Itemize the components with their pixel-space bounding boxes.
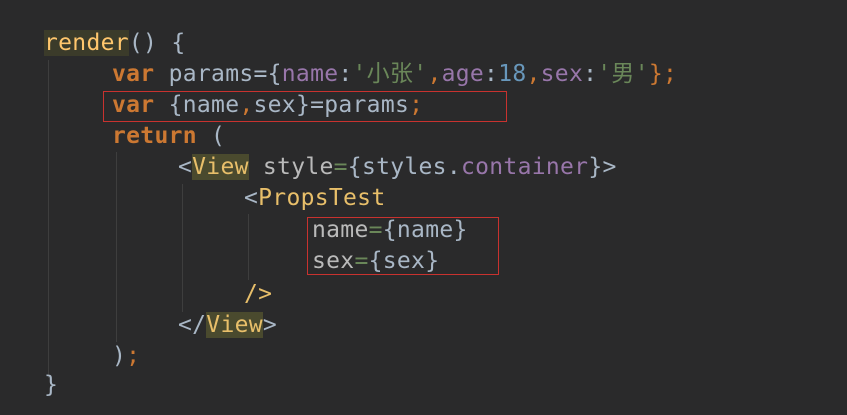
code-token: (: [196, 123, 226, 149]
code-token: () {: [128, 30, 186, 56]
code-token: :: [583, 61, 598, 87]
code-line-9: />: [244, 279, 272, 310]
indent-guide: [182, 184, 183, 312]
highlight-box-props: [307, 217, 499, 275]
jsx-tag: />: [244, 281, 273, 307]
code-token: ,: [427, 61, 442, 87]
property: name: [281, 61, 339, 87]
jsx-attribute: style: [248, 154, 334, 180]
property: age: [441, 61, 485, 87]
code-token: >: [262, 312, 278, 338]
string-literal: '小张': [352, 61, 428, 87]
jsx-tag: PropsTest: [258, 185, 386, 211]
code-token: ,: [526, 61, 541, 87]
property: sex: [540, 61, 584, 87]
code-token: }: [44, 372, 59, 398]
indent-guide: [48, 60, 49, 378]
code-line-4: return (: [112, 121, 225, 152]
code-token: =: [333, 154, 348, 180]
code-token: :: [338, 61, 353, 87]
code-token: ): [112, 343, 127, 369]
code-line-2: var params={name:'小张',age:18,sex:'男'};: [112, 59, 677, 90]
indent-guide: [248, 214, 249, 280]
jsx-tag: View: [206, 312, 263, 338]
string-literal: '男': [597, 61, 649, 87]
code-line-11: );: [112, 341, 140, 372]
code-token: <: [178, 154, 193, 180]
code-editor[interactable]: render() { var params={name:'小张',age:18,…: [0, 0, 847, 415]
keyword: var: [112, 61, 155, 87]
keyword: return: [112, 123, 197, 149]
code-token: }>: [588, 154, 617, 180]
property: container: [460, 154, 589, 180]
code-token: params={: [154, 61, 282, 87]
code-token: </: [178, 312, 207, 338]
code-token: :: [484, 61, 499, 87]
code-token: <: [244, 185, 259, 211]
code-token: ;: [126, 343, 141, 369]
code-token: {styles.: [347, 154, 461, 180]
highlight-box-destructure: [103, 91, 507, 122]
jsx-tag: View: [192, 154, 249, 180]
indent-guide: [116, 152, 117, 342]
code-token: };: [648, 61, 678, 87]
code-line-12: }: [44, 370, 58, 401]
code-line-5: <View style={styles.container}>: [178, 152, 617, 183]
code-line-6: <PropsTest: [244, 183, 385, 214]
code-line-10: </View>: [178, 310, 277, 341]
function-name: render: [44, 30, 129, 56]
number-literal: 18: [498, 61, 527, 87]
code-line-1: render() {: [44, 28, 185, 59]
